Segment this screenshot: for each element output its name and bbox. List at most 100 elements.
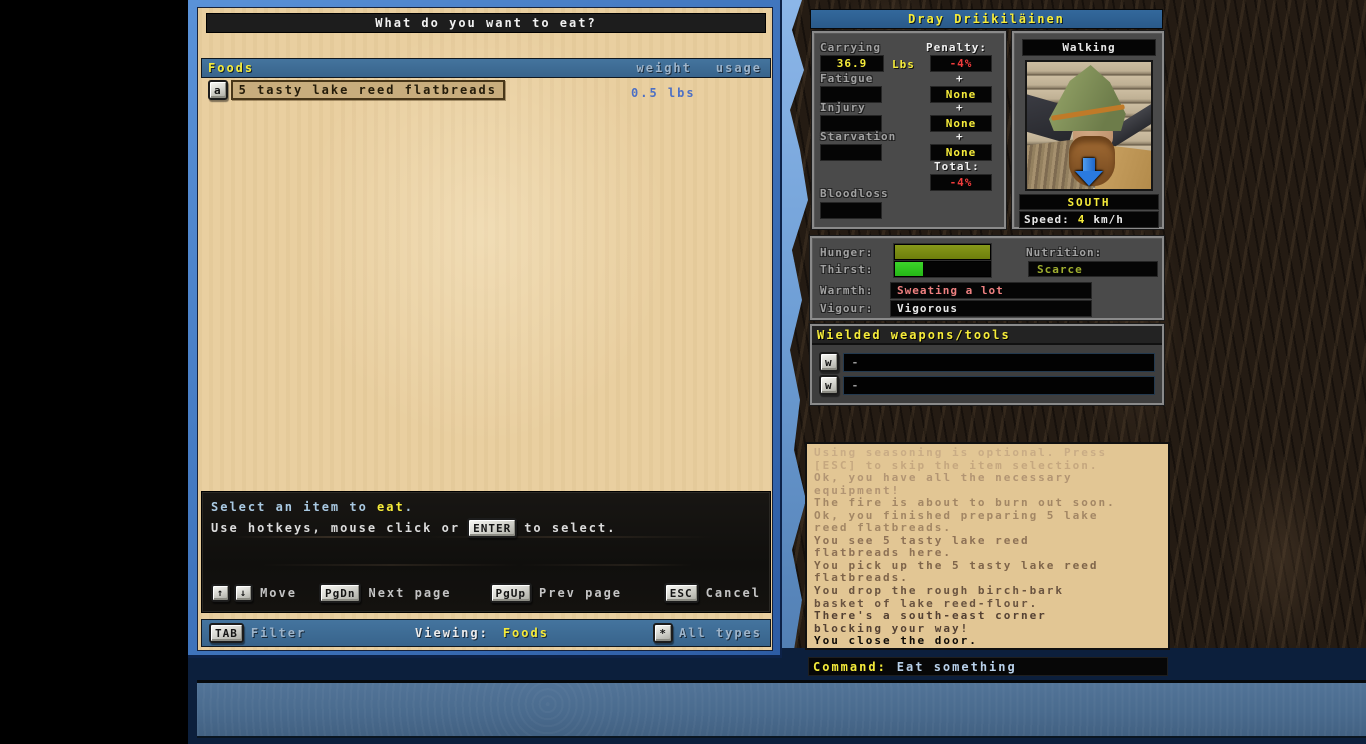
wielded-panel: Wielded weapons/tools w - w - — [809, 323, 1165, 406]
prompt-period: . — [404, 500, 414, 514]
viewing-value: Foods — [502, 626, 549, 640]
eat-dialog: What do you want to eat? Foods weight us… — [197, 7, 773, 651]
prompt-line2: Use hotkeys, mouse click or ENTER to sel… — [211, 518, 616, 538]
plus-sign: + — [956, 101, 964, 114]
nutrition-label: Nutrition: — [1026, 246, 1103, 259]
texture-scratch — [262, 564, 692, 566]
character-name-bar: Dray Driikiläinen — [810, 9, 1163, 29]
hunger-bar — [894, 244, 991, 260]
filter-bar: TAB Filter Viewing: Foods * All types — [201, 619, 771, 647]
prompt-panel: Select an item to eat. Use hotkeys, mous… — [201, 491, 771, 613]
category-label: Foods — [208, 61, 255, 75]
viewing-group: Viewing: Foods — [415, 626, 549, 640]
speed-label: Speed: — [1024, 213, 1070, 226]
speed-value: 4 — [1077, 213, 1086, 226]
wielded-item: - — [842, 352, 1155, 372]
injury-label: Injury — [820, 101, 866, 114]
message-log: Using seasoning is optional. Press [ESC]… — [805, 442, 1170, 650]
vigour-value: Vigorous — [890, 300, 1092, 317]
hunger-label: Hunger: — [820, 246, 874, 259]
thirst-bar — [894, 261, 991, 277]
starvation-label: Starvation — [820, 130, 897, 143]
dialog-frame: What do you want to eat? Foods weight us… — [188, 0, 782, 658]
prompt-text: Select an item to — [211, 500, 378, 514]
arrow-up-key-button[interactable]: ↑ — [211, 584, 231, 602]
carry-penalty-value: -4% — [930, 55, 992, 72]
wield-hotkey-button[interactable]: w — [819, 352, 839, 372]
command-label: Command: — [813, 659, 887, 674]
prompt-text: Use hotkeys, mouse click or — [211, 521, 461, 535]
penalty-label: Penalty: — [926, 41, 987, 54]
all-types-label: All types — [678, 626, 762, 640]
wield-hotkey-button[interactable]: w — [819, 375, 839, 395]
prompt-line1: Select an item to eat. — [211, 500, 414, 514]
bloodloss-value — [820, 202, 882, 219]
pgdn-key-button[interactable]: PgDn — [318, 583, 362, 603]
tab-key-button[interactable]: TAB — [209, 623, 244, 643]
fatigue-label: Fatigue — [820, 72, 874, 85]
wielded-slot[interactable]: w - — [819, 375, 1155, 395]
starvation-value — [820, 144, 882, 161]
wielded-slot[interactable]: w - — [819, 352, 1155, 372]
starvation-penalty: None — [930, 144, 992, 161]
stats-panel: Carrying 36.9 Lbs Penalty: -4% Fatigue +… — [811, 30, 1007, 230]
green-hat — [1049, 65, 1126, 131]
nutrition-value: Scarce — [1028, 261, 1158, 277]
carrying-label: Carrying — [820, 41, 881, 54]
direction-value: SOUTH — [1019, 194, 1159, 210]
log-message: reed flatbreads. — [814, 521, 952, 535]
bloodloss-label: Bloodloss — [820, 187, 889, 200]
cancel-label: Cancel — [705, 586, 761, 600]
carrying-unit: Lbs — [892, 58, 915, 71]
speed-unit: km/h — [1093, 213, 1124, 226]
list-header: Foods weight usage — [201, 58, 771, 78]
filter-label: Filter — [250, 626, 307, 640]
water-band — [197, 680, 1366, 738]
speed-row: Speed: 4 km/h — [1019, 211, 1159, 228]
carrying-value: 36.9 — [820, 55, 884, 72]
plus-sign: + — [956, 130, 964, 143]
arrow-down-key-button[interactable]: ↓ — [234, 584, 254, 602]
warmth-label: Warmth: — [820, 284, 874, 297]
game-screen: What do you want to eat? Foods weight us… — [0, 0, 1366, 744]
pgup-key-button[interactable]: PgUp — [489, 583, 532, 603]
next-page-label: Next page — [368, 586, 452, 600]
esc-key-button[interactable]: ESC — [663, 583, 699, 603]
wielded-title: Wielded weapons/tools — [812, 326, 1162, 345]
item-weight: 0.5 lbs — [631, 86, 696, 100]
enter-key-button[interactable]: ENTER — [467, 518, 518, 538]
prompt-text: to select. — [524, 521, 617, 535]
prompt-verb: eat — [377, 500, 405, 514]
movement-mode: Walking — [1022, 39, 1156, 56]
log-message: You close the door. — [814, 634, 978, 648]
total-label: Total: — [934, 160, 980, 173]
condition-panel: Hunger: Nutrition: Thirst: Scarce Warmth… — [809, 235, 1165, 321]
thirst-label: Thirst: — [820, 263, 874, 276]
command-value: Eat something — [896, 659, 1017, 674]
movement-panel: Walking SOUTH Speed: 4 km/h — [1011, 30, 1165, 230]
wielded-item: - — [842, 375, 1155, 395]
dialog-title: What do you want to eat? — [206, 13, 766, 33]
viewing-label: Viewing: — [415, 626, 489, 640]
weight-column-header: weight — [636, 61, 692, 75]
move-label: Move — [260, 586, 297, 600]
warmth-value: Sweating a lot — [890, 282, 1092, 299]
item-name[interactable]: 5 tasty lake reed flatbreads — [230, 80, 505, 100]
list-item[interactable]: a 5 tasty lake reed flatbreads — [208, 80, 505, 100]
log-message: Ok, you have all the necessary — [814, 471, 1073, 485]
plus-sign: + — [956, 72, 964, 85]
item-hotkey-button[interactable]: a — [208, 80, 228, 100]
direction-arrow-icon — [1075, 158, 1103, 186]
prev-page-label: Prev page — [539, 586, 623, 600]
navigation-row: ↑ ↓ Move PgDn Next page PgUp Prev page E… — [211, 583, 761, 603]
character-portrait — [1025, 60, 1153, 191]
log-message: There's a south-east corner — [814, 609, 1047, 623]
total-penalty-value: -4% — [930, 174, 992, 191]
log-message: Using seasoning is optional. Press — [814, 446, 1108, 459]
vigour-label: Vigour: — [820, 302, 874, 315]
asterisk-key-button[interactable]: * — [653, 623, 673, 643]
command-bar: Command: Eat something — [808, 657, 1168, 676]
usage-column-header: usage — [715, 61, 762, 75]
log-message: You drop the rough birch-bark — [814, 584, 1065, 598]
log-message: The fire is about to burn out soon. — [814, 496, 1116, 510]
